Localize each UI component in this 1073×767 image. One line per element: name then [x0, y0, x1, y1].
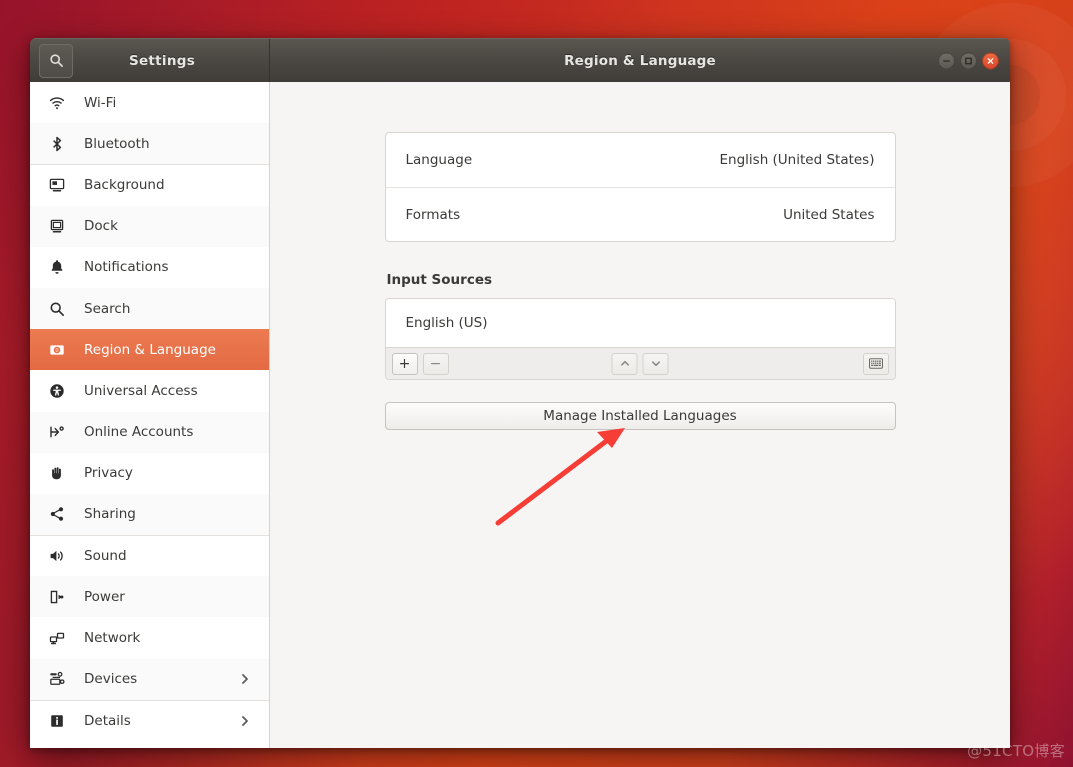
- sidebar-item-wifi[interactable]: Wi-Fi: [30, 82, 269, 124]
- sidebar-item-background[interactable]: Background: [30, 164, 269, 206]
- search-icon: [46, 301, 68, 317]
- sidebar-item-label: Universal Access: [84, 382, 198, 399]
- input-source-item[interactable]: English (US): [385, 299, 895, 347]
- background-icon: [46, 177, 68, 193]
- input-sources-heading: Input Sources: [386, 272, 493, 288]
- sidebar-item-dock[interactable]: Dock: [30, 205, 269, 247]
- move-up-button[interactable]: [611, 352, 638, 375]
- sidebar-item-devices[interactable]: Devices: [30, 658, 269, 700]
- hand-icon: [46, 465, 68, 481]
- sidebar-item-search[interactable]: Search: [30, 287, 269, 330]
- bell-icon: [46, 259, 68, 275]
- toolbar-right-group: [862, 352, 889, 375]
- minimize-icon[interactable]: [938, 52, 955, 69]
- language-value: English (United States): [719, 152, 875, 168]
- sidebar-item-details[interactable]: Details: [30, 699, 269, 741]
- bluetooth-icon: [46, 136, 68, 152]
- sidebar-item-label: Notifications: [84, 259, 169, 276]
- sidebar-item-label: Background: [84, 177, 165, 194]
- maximize-icon[interactable]: [960, 52, 977, 69]
- sidebar: Wi-Fi Bluetooth Background Dock Notifica…: [30, 82, 270, 748]
- titlebar-left-section: Settings: [30, 39, 270, 82]
- content-area: Language English (United States) Formats…: [270, 82, 1010, 748]
- language-row[interactable]: Language English (United States): [386, 133, 895, 187]
- sidebar-item-sound[interactable]: Sound: [30, 535, 269, 577]
- sidebar-item-label: Sharing: [84, 506, 136, 523]
- remove-input-source-button[interactable]: −: [422, 352, 449, 375]
- chevron-right-icon: [239, 715, 251, 727]
- app-title: Settings: [128, 52, 196, 69]
- sidebar-item-bluetooth[interactable]: Bluetooth: [30, 123, 269, 165]
- sidebar-item-network[interactable]: Network: [30, 617, 269, 659]
- devices-icon: [46, 671, 68, 687]
- dock-icon: [46, 218, 68, 234]
- sidebar-item-label: Search: [84, 300, 131, 317]
- sidebar-item-label: Region & Language: [84, 341, 216, 358]
- sidebar-item-label: Online Accounts: [84, 424, 194, 441]
- language-formats-card: Language English (United States) Formats…: [384, 132, 896, 242]
- move-down-button[interactable]: [642, 352, 669, 375]
- sidebar-item-label: Network: [84, 630, 141, 647]
- speaker-icon: [46, 548, 68, 564]
- sidebar-item-region-language[interactable]: Region & Language: [30, 329, 269, 371]
- online-accounts-icon: [46, 424, 68, 440]
- sidebar-item-label: Dock: [84, 218, 118, 235]
- settings-panel: Language English (United States) Formats…: [384, 132, 896, 430]
- chevron-right-icon: [239, 673, 251, 685]
- close-icon[interactable]: [982, 52, 999, 69]
- sidebar-item-label: Power: [84, 588, 125, 605]
- sidebar-item-sharing[interactable]: Sharing: [30, 493, 269, 536]
- watermark: @51CTO博客: [967, 742, 1065, 760]
- input-sources-toolbar: + −: [385, 347, 895, 379]
- window-controls: [938, 52, 999, 69]
- battery-icon: [46, 589, 68, 605]
- region-language-icon: [46, 342, 68, 358]
- sidebar-item-label: Details: [84, 712, 131, 729]
- titlebar: Settings Region & Language: [30, 38, 1010, 82]
- add-input-source-button[interactable]: +: [391, 352, 418, 375]
- manage-installed-languages-button[interactable]: Manage Installed Languages: [384, 402, 896, 430]
- toolbar-move-group: [611, 352, 669, 375]
- language-label: Language: [405, 152, 473, 168]
- sidebar-item-notifications[interactable]: Notifications: [30, 246, 269, 288]
- sidebar-item-label: Bluetooth: [84, 135, 150, 152]
- input-sources-card: English (US) + −: [384, 298, 896, 380]
- info-icon: [46, 713, 68, 729]
- search-icon[interactable]: [39, 43, 73, 78]
- sidebar-item-label: Privacy: [84, 465, 133, 482]
- page-title: Region & Language: [564, 52, 716, 69]
- sidebar-item-universal-access[interactable]: Universal Access: [30, 370, 269, 412]
- formats-value: United States: [783, 206, 875, 223]
- keyboard-icon[interactable]: [862, 352, 889, 375]
- toolbar-left-group: + −: [391, 352, 449, 375]
- sidebar-item-privacy[interactable]: Privacy: [30, 452, 269, 494]
- network-icon: [46, 630, 68, 646]
- share-icon: [46, 506, 68, 522]
- sidebar-item-power[interactable]: Power: [30, 576, 269, 618]
- window-body: Wi-Fi Bluetooth Background Dock Notifica…: [30, 82, 1010, 748]
- sidebar-item-label: Wi-Fi: [84, 94, 117, 111]
- wifi-icon: [46, 95, 68, 111]
- sidebar-item-online-accounts[interactable]: Online Accounts: [30, 411, 269, 453]
- sidebar-item-label: Sound: [84, 548, 127, 565]
- titlebar-right-section: Region & Language: [270, 39, 1010, 82]
- sidebar-item-label: Devices: [84, 671, 138, 688]
- formats-row[interactable]: Formats United States: [385, 187, 895, 241]
- formats-label: Formats: [405, 206, 461, 223]
- settings-window: Settings Region & Language Wi-Fi Bluetoo…: [30, 38, 1010, 748]
- accessibility-icon: [46, 383, 68, 399]
